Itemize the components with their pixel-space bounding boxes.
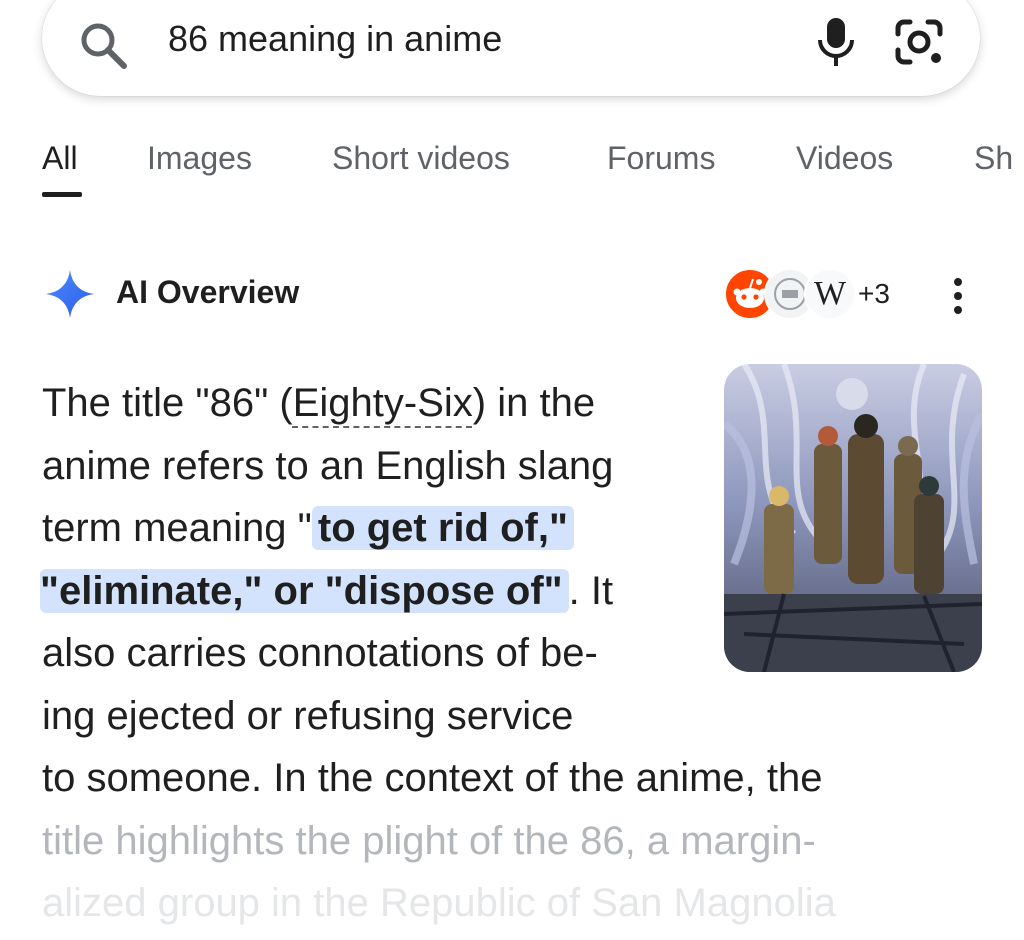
more-options-icon[interactable] [946,276,970,316]
highlighted-phrase[interactable]: to get rid of," [311,506,574,550]
overview-line: to someone. In the context of the anime,… [42,756,823,800]
overview-line: "eliminate," or "dispose of". It [40,560,982,623]
search-icon [81,23,127,69]
overview-line-faded: alized group in the Republic of San Magn… [42,881,836,925]
source-icons[interactable]: W +3 [724,266,904,322]
more-sources-count[interactable]: +3 [858,278,890,310]
search-tabs: All Images Short videos Forums Videos Sh [42,140,1024,200]
overview-text-part: . It [568,568,614,613]
tab-active-indicator [42,192,82,197]
tab-forums[interactable]: Forums [607,140,715,177]
overview-text-part: The title "86" ( [42,381,293,425]
mic-icon[interactable] [812,16,860,68]
camera-lens-icon[interactable] [892,16,946,68]
overview-line: The title "86" (Eighty-Six) in the [42,372,982,435]
overview-text-part: term meaning " [42,506,312,550]
overview-line: ing ejected or refusing service [42,693,574,738]
overview-line: also carries connotations of be- [42,631,598,675]
ai-overview-title: AI Overview [116,274,300,310]
search-bar[interactable]: 86 meaning in anime [42,0,980,96]
overview-line: anime refers to an English slang [42,443,614,488]
highlighted-phrase[interactable]: "eliminate," or "dispose of" [40,568,569,613]
tab-videos[interactable]: Videos [796,140,893,177]
overview-line-faded: title highlights the plight of the 86, a… [42,818,816,863]
tab-shopping[interactable]: Sh [974,140,1013,177]
tab-all[interactable]: All [42,140,78,177]
overview-line: term meaning " to get rid of," [42,497,982,560]
search-input[interactable]: 86 meaning in anime [168,18,502,60]
ai-overview-text: The title "86" (Eighty-Six) in the anime… [40,372,982,935]
ai-sparkle-icon [46,270,94,318]
term-link[interactable]: Eighty-Six [293,381,473,425]
wikipedia-icon: W [804,268,856,320]
tab-short-videos[interactable]: Short videos [332,140,510,177]
overview-text-part: ) in the [472,381,596,425]
tab-images[interactable]: Images [147,140,252,177]
